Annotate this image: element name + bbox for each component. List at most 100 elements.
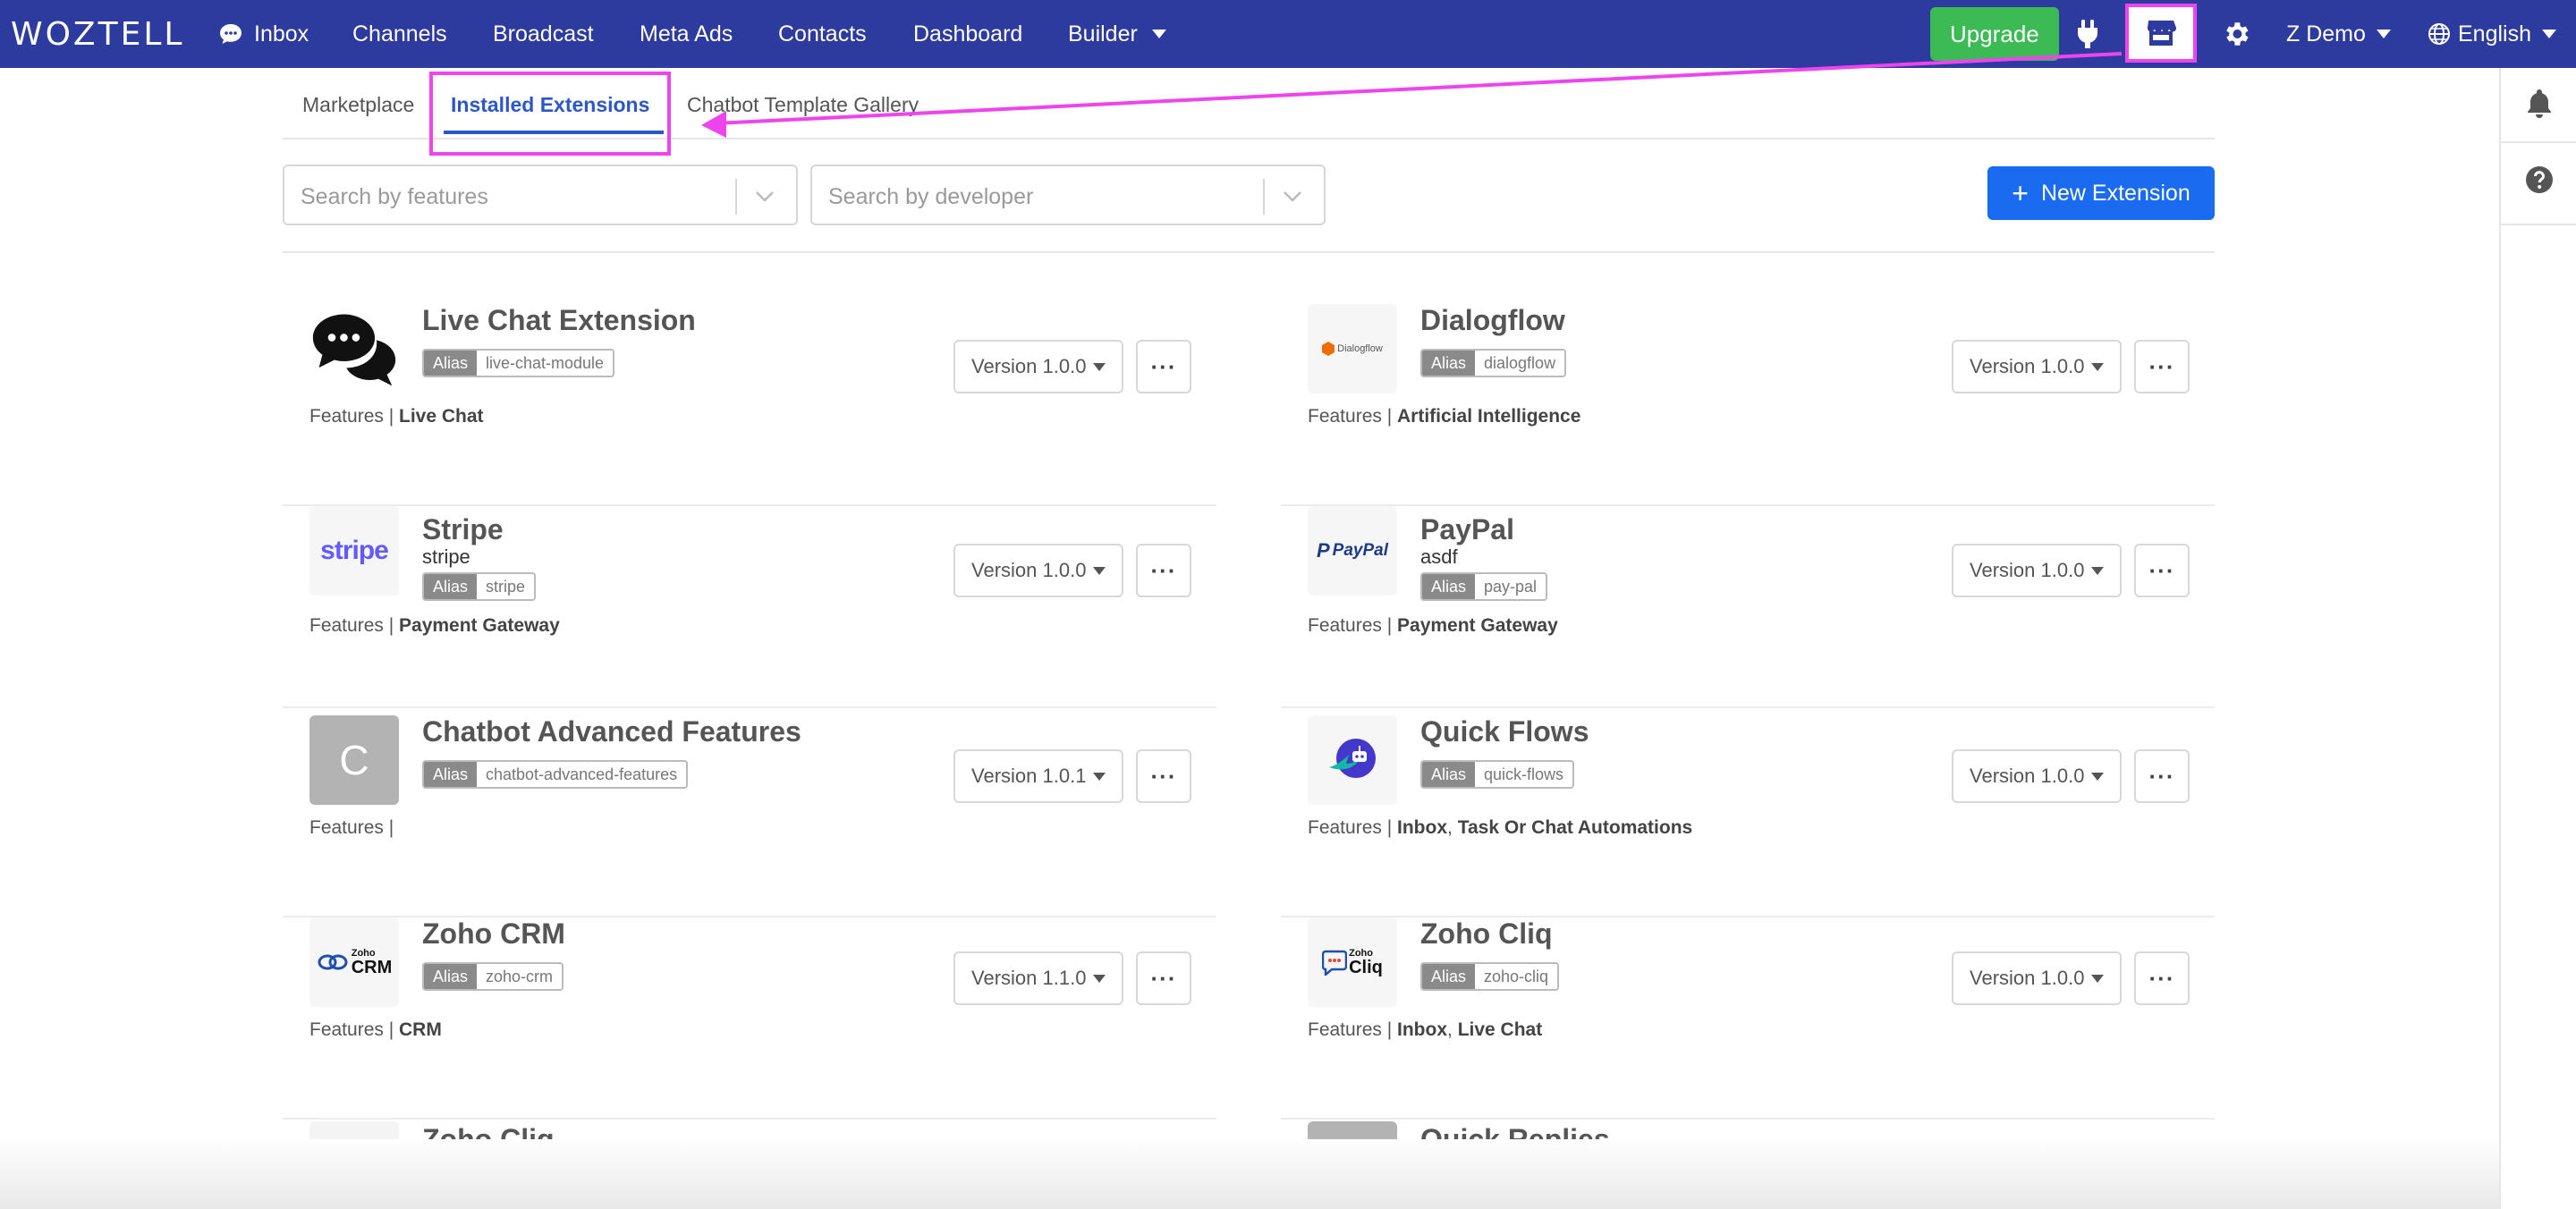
extension-card-chatbot-advanced-features: C Chatbot Advanced Features Alias chatbot…: [283, 715, 1216, 917]
feature-tag: CRM: [399, 1019, 442, 1040]
version-select[interactable]: Version 1.0.0: [1952, 749, 2122, 803]
bell-icon: [2528, 89, 2551, 118]
caret-down-icon: [1093, 773, 1106, 781]
features-prefix: Features |: [309, 1019, 394, 1040]
features-prefix: Features |: [1308, 1019, 1393, 1040]
version-select[interactable]: Version 1.0.0: [1952, 340, 2122, 393]
version-label: Version 1.0.0: [971, 559, 1087, 581]
alias-value: stripe: [477, 574, 535, 599]
zoho-wordmark: Zoho: [1349, 947, 1373, 959]
extension-features: Features |: [309, 817, 394, 839]
version-select[interactable]: Version 1.0.0: [1952, 544, 2122, 597]
alias-key: Alias: [1422, 351, 1476, 376]
select-separator: [1263, 179, 1265, 215]
help-icon: [2526, 166, 2553, 193]
select-separator: [735, 179, 737, 215]
caret-down-icon: [1093, 363, 1106, 371]
feature-tag: Task Or Chat Automations: [1457, 817, 1693, 838]
features-filter-placeholder: Search by features: [301, 184, 488, 209]
extension-name: Zoho Cliq: [1420, 917, 1553, 950]
zoho-cliq-logo: Zoho Cliq: [1308, 917, 1397, 1007]
extension-card-paypal: P PayPal PayPal asdf Alias pay-pal Feature…: [1281, 506, 2215, 708]
extension-name: Live Chat Extension: [422, 304, 696, 336]
alias-value: pay-pal: [1475, 574, 1546, 599]
feature-tag: Inbox: [1397, 817, 1448, 838]
new-extension-label: New Extension: [2040, 180, 2190, 206]
rail-divider: [2501, 141, 2576, 143]
feature-tag: Inbox: [1397, 1019, 1448, 1040]
extension-card-quick-flows: Quick Flows Alias quick-flows Features | …: [1281, 715, 2215, 917]
extension-card-zoho-cliq: Zoho Cliq Zoho Cliq Alias zoho-cliq Featur…: [1281, 917, 2215, 1120]
zoho-wordmark: Zoho: [351, 947, 376, 959]
features-prefix: Features |: [1308, 615, 1393, 636]
chat-bubbles-icon: [309, 304, 399, 393]
alias-value: zoho-cliq: [1475, 964, 1558, 989]
version-select[interactable]: Version 1.0.1: [953, 749, 1123, 803]
zoho-cliq-logo-text: Zoho Cliq: [1349, 947, 1383, 977]
more-options-button[interactable]: ···: [2134, 951, 2190, 1005]
extension-alias: Alias pay-pal: [1420, 572, 1548, 601]
more-options-button[interactable]: ···: [1136, 340, 1191, 393]
notifications-button[interactable]: [2522, 86, 2556, 120]
alias-key: Alias: [1422, 762, 1476, 787]
version-select[interactable]: Version 1.0.0: [1952, 951, 2122, 1005]
caret-down-icon: [2091, 567, 2104, 575]
alias-key: Alias: [424, 574, 478, 599]
extension-alias: Alias stripe: [422, 572, 537, 601]
extension-card-dialogflow: Dialogflow Dialogflow Alias dialogflow Fe…: [1281, 304, 2215, 506]
extension-name: Chatbot Advanced Features: [422, 715, 801, 748]
plus-icon: +: [2012, 176, 2029, 209]
caret-down-icon: [2091, 773, 2104, 781]
extension-card-zoho-crm: Zoho CRM Zoho CRM Alias zoho-crm Features …: [283, 917, 1216, 1120]
paypal-logo-p: P: [1316, 539, 1330, 562]
quick-flows-logo: [1308, 715, 1397, 805]
features-prefix: Features |: [309, 817, 394, 838]
bottom-shadow: [0, 1137, 2499, 1209]
dialogflow-logo: Dialogflow: [1308, 304, 1397, 393]
developer-filter-select[interactable]: Search by developer: [810, 165, 1326, 225]
caret-down-icon: [2091, 363, 2104, 371]
version-label: Version 1.1.0: [971, 967, 1087, 989]
alias-key: Alias: [424, 762, 478, 787]
alias-value: zoho-crm: [477, 964, 563, 989]
alias-value: chatbot-advanced-features: [477, 762, 687, 787]
more-options-button[interactable]: ···: [2134, 340, 2190, 393]
more-options-button[interactable]: ···: [2134, 544, 2190, 597]
extension-features: Features | CRM: [309, 1019, 442, 1041]
more-options-button[interactable]: ···: [2134, 749, 2190, 803]
features-filter-select[interactable]: Search by features: [283, 165, 798, 225]
extension-features: Features | Payment Gateway: [1308, 615, 1558, 637]
features-prefix: Features |: [309, 615, 394, 636]
version-label: Version 1.0.0: [1970, 765, 2085, 787]
extension-name: Quick Flows: [1420, 715, 1589, 748]
right-rail: [2499, 68, 2576, 1209]
crm-wordmark: CRM: [351, 957, 393, 977]
extension-name: Zoho CRM: [422, 917, 565, 950]
version-label: Version 1.0.1: [971, 765, 1087, 787]
version-label: Version 1.0.0: [971, 355, 1087, 377]
more-options-button[interactable]: ···: [1136, 951, 1191, 1005]
version-select[interactable]: Version 1.0.0: [953, 340, 1123, 393]
new-extension-button[interactable]: + New Extension: [1987, 166, 2215, 220]
developer-filter-placeholder: Search by developer: [828, 184, 1034, 209]
more-options-button[interactable]: ···: [1136, 749, 1191, 803]
zoho-cliq-logo: [309, 1121, 399, 1139]
extension-subtitle: stripe: [422, 545, 470, 568]
letter-avatar-text: C: [339, 737, 369, 783]
extension-card-live-chat: Live Chat Extension Alias live-chat-modul…: [283, 304, 1216, 506]
help-button[interactable]: [2522, 163, 2556, 197]
extension-features: Features | Inbox, Live Chat: [1308, 1019, 1543, 1040]
extension-alias: Alias chatbot-advanced-features: [422, 760, 689, 789]
version-select[interactable]: Version 1.1.0: [953, 951, 1123, 1005]
more-options-button[interactable]: ···: [1136, 544, 1191, 597]
alias-key: Alias: [424, 351, 478, 376]
extension-alias: Alias zoho-crm: [422, 962, 564, 991]
cliq-wordmark: Cliq: [1349, 957, 1383, 977]
version-select[interactable]: Version 1.0.0: [953, 544, 1123, 597]
caret-down-icon: [1093, 567, 1106, 575]
extension-alias: Alias dialogflow: [1420, 349, 1567, 377]
alias-key: Alias: [1422, 964, 1476, 989]
feature-tag: Payment Gateway: [1397, 615, 1558, 636]
zoho-crm-logo: Zoho CRM: [309, 917, 399, 1007]
extension-name: Stripe: [422, 513, 504, 545]
